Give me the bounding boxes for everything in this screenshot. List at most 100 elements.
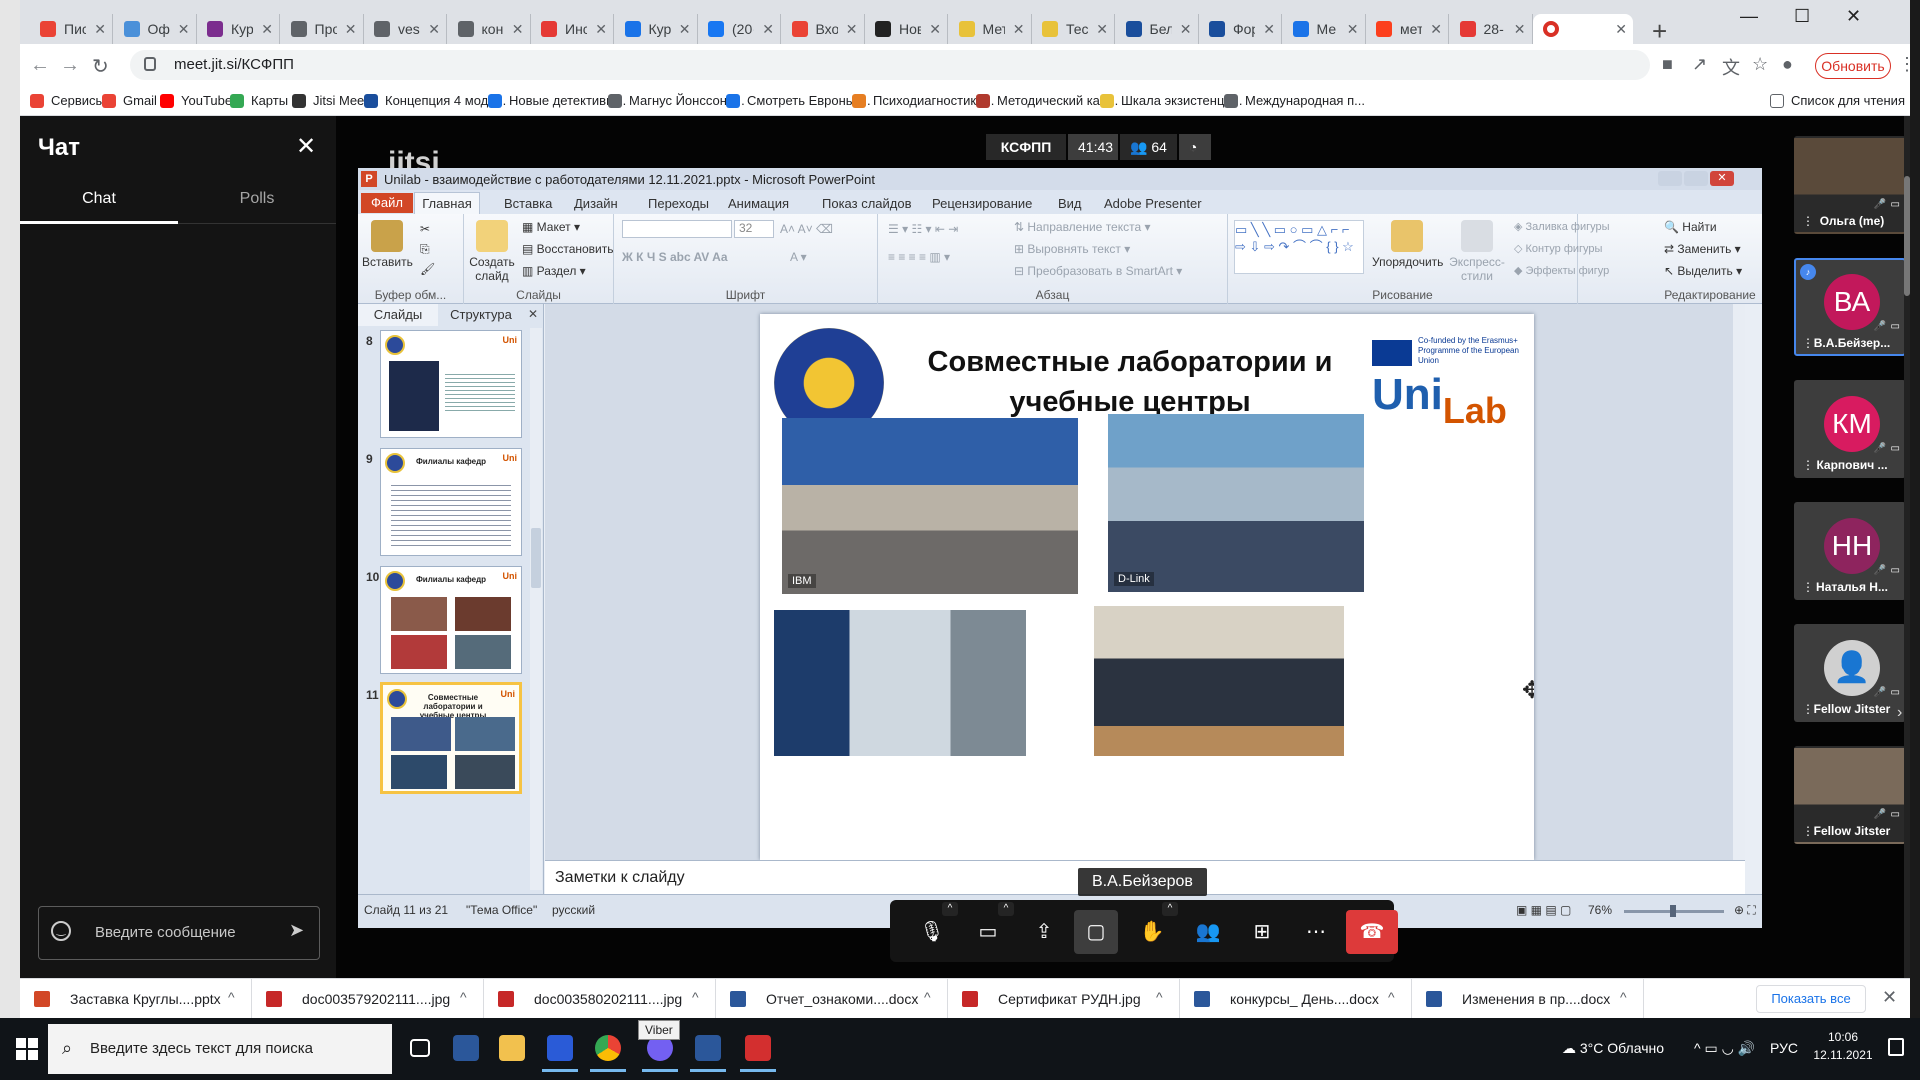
bullets-icon[interactable]: ☰ ▾ ☷ ▾ ⇤ ⇥ [888, 222, 958, 236]
tile-view-icon[interactable]: ⊞ [1240, 910, 1284, 954]
chat-message-input[interactable]: ‿ Введите сообщение ➤ [38, 906, 320, 960]
chevron-up-icon[interactable]: ^ [924, 989, 931, 1005]
reading-list[interactable]: Список для чтения [1770, 93, 1905, 108]
browser-tab[interactable]: Вхо ✕ [782, 14, 865, 44]
photo-meeting[interactable] [1094, 606, 1344, 756]
open-external-icon[interactable]: ↗ [1692, 54, 1707, 75]
browser-tab[interactable]: Офі ✕ [114, 14, 197, 44]
chevron-up-icon[interactable]: ^ [1162, 902, 1178, 916]
slide-thumb-10[interactable]: Филиалы кафедр Uni [380, 566, 522, 674]
save-app-icon[interactable] [538, 1026, 582, 1072]
text-direction-button[interactable]: ⇅ Направление текста ▾ [1014, 220, 1151, 234]
browser-tab[interactable]: Фор ✕ [1199, 14, 1282, 44]
bold-italic-underline-icons[interactable]: Ж К Ч S abc AV Aa [622, 250, 728, 264]
microphone-muted-icon[interactable]: 🎙 ^ [910, 902, 958, 954]
tab-slides[interactable]: Слайды [358, 304, 438, 326]
taskbar-search[interactable]: ⌕ Введите здесь текст для поиска [48, 1024, 392, 1074]
minimize-icon[interactable]: — [1740, 6, 1758, 27]
photo-dlink-lab[interactable]: D-Link [1108, 414, 1364, 592]
menu-kebab-icon[interactable]: ⋮ [1898, 54, 1916, 75]
browser-tab-active[interactable]: ✕ [1533, 14, 1633, 44]
status-language[interactable]: русский [552, 903, 595, 917]
camera-icon[interactable]: ■ [1662, 54, 1673, 75]
bookmark-item[interactable]: Магнус Йонссон |... [608, 93, 745, 108]
font-name-box[interactable] [622, 220, 732, 238]
section-button[interactable]: ▥ Раздел ▾ [522, 264, 586, 278]
shape-fill-button[interactable]: ◈ Заливка фигуры [1514, 220, 1610, 233]
browser-tab[interactable]: Бел ✕ [1116, 14, 1199, 44]
download-item[interactable]: Заставка Круглы....pptx ^ [20, 979, 252, 1019]
bookmark-item[interactable]: Сервисы [30, 93, 105, 108]
ribbon-tab[interactable]: Вид [1058, 196, 1082, 211]
ribbon-tab[interactable]: Вставка [504, 196, 552, 211]
photo-ibm-lab[interactable]: IBM [782, 418, 1078, 594]
copy-icon[interactable]: ⎘ [420, 242, 430, 257]
view-buttons-icon[interactable]: ▣ ▦ ▤ ▢ [1516, 903, 1571, 917]
close-tab-icon[interactable]: ✕ [261, 21, 273, 38]
participant-tile[interactable]: ⋮ 🎤 ▭ Ольга (me) [1794, 136, 1906, 234]
format-painter-icon[interactable]: 🖌 [420, 262, 435, 276]
browser-tab[interactable]: Тес ✕ [1032, 14, 1115, 44]
ribbon-tab[interactable]: Adobe Presenter [1104, 196, 1202, 211]
shapes-gallery[interactable]: ▭ ╲ ╲ ▭ ○ ▭ △ ⌐ ⌐ ⇨ ⇩ ⇨ ↷ ⌒ ⌒ { } ☆ [1234, 220, 1364, 274]
close-tab-icon[interactable]: ✕ [1013, 21, 1025, 38]
chevron-up-icon[interactable]: ^ [1156, 989, 1163, 1005]
bookmark-item[interactable]: Шкала экзистенци... [1100, 93, 1243, 108]
paste-button[interactable]: Вставить [362, 220, 413, 269]
fit-to-window-icon[interactable]: ⊕ ⛶ [1734, 903, 1756, 918]
browser-tab[interactable]: Инс ✕ [531, 14, 614, 44]
find-button[interactable]: 🔍 Найти [1664, 220, 1717, 234]
close-tab-icon[interactable]: ✕ [1263, 21, 1275, 38]
browser-tab[interactable]: (20· ✕ [698, 14, 781, 44]
weather-widget[interactable]: ☁ 3°C Облачно [1562, 1040, 1664, 1057]
address-bar[interactable]: meet.jit.si/КСФПП [130, 50, 1650, 80]
bookmark-item[interactable]: Психодиагностика... [852, 93, 994, 108]
participant-tile[interactable]: НН ⋮ 🎤 ▭ Наталья Н... [1794, 502, 1906, 600]
close-tab-icon[interactable]: ✕ [1180, 21, 1192, 38]
grow-font-icon[interactable]: A˄ A˅ ⌫ [780, 222, 833, 236]
download-item[interactable]: Сертификат РУДН.jpg ^ [948, 979, 1180, 1019]
browser-tab[interactable]: vest ✕ [364, 14, 447, 44]
tray-icons[interactable]: ^ ▭ ◡ 🔊 [1694, 1040, 1755, 1057]
screenshare-icon[interactable]: ⇪ [1022, 910, 1066, 954]
download-item[interactable]: Изменения в пр....docx ^ [1412, 979, 1644, 1019]
select-button[interactable]: ↖ Выделить ▾ [1664, 264, 1742, 278]
taskbar-clock[interactable]: 10:06 12.11.2021 [1808, 1028, 1878, 1064]
bookmark-item[interactable]: Gmail [102, 93, 157, 108]
browser-tab[interactable]: Мет ✕ [949, 14, 1032, 44]
chevron-up-icon[interactable]: ^ [460, 989, 467, 1005]
forward-arrow-icon[interactable]: → [60, 54, 80, 77]
emoji-icon[interactable]: ‿ [51, 921, 71, 941]
ribbon-tab[interactable]: Файл [361, 193, 413, 213]
close-tab-icon[interactable]: ✕ [178, 21, 190, 38]
reload-icon[interactable]: ↻ [92, 54, 109, 79]
participant-tile[interactable]: ВА ♪ ⋮ 🎤 ▭ В.А.Бейзер... [1794, 258, 1906, 356]
replace-button[interactable]: ⇄ Заменить ▾ [1664, 242, 1741, 256]
slides-pane-scrollbar[interactable] [530, 328, 542, 890]
bookmark-item[interactable]: Jitsi Meet [292, 93, 368, 108]
bookmark-item[interactable]: Международная п... [1224, 93, 1365, 108]
profile-avatar-icon[interactable]: ● [1782, 54, 1793, 75]
browser-tab[interactable]: Ме ✕ [1283, 14, 1366, 44]
close-tab-icon[interactable]: ✕ [94, 21, 106, 38]
browser-tab[interactable]: Кур ✕ [615, 14, 698, 44]
back-arrow-icon[interactable]: ← [30, 54, 50, 77]
new-slide-button[interactable]: Создать слайд [468, 220, 516, 283]
close-tab-icon[interactable]: ✕ [762, 21, 774, 38]
tab-outline[interactable]: Структура [438, 304, 524, 326]
participant-count[interactable]: 👥 64 [1120, 134, 1177, 160]
cut-icon[interactable]: ✂ [420, 222, 430, 236]
browser-tab[interactable]: Про ✕ [281, 14, 364, 44]
ppt-minimize-icon[interactable] [1658, 171, 1682, 186]
close-tab-icon[interactable]: ✕ [1096, 21, 1108, 38]
ribbon-tab[interactable]: Анимация [728, 196, 789, 211]
slide-thumb-8[interactable]: Uni [380, 330, 522, 438]
ppt-close-icon[interactable]: ✕ [1710, 171, 1734, 186]
download-item[interactable]: doc003580202111....jpg ^ [484, 979, 716, 1019]
connection-gauge-icon[interactable]: ◔ [1178, 134, 1211, 160]
shape-outline-button[interactable]: ◇ Контур фигуры [1514, 242, 1602, 255]
restore-button[interactable]: ▤ Восстановить [522, 242, 614, 256]
tab-polls[interactable]: Polls [178, 190, 336, 224]
update-button[interactable]: Обновить [1815, 53, 1891, 79]
participant-tile[interactable]: КМ ⋮ 🎤 ▭ Карпович ... [1794, 380, 1906, 478]
